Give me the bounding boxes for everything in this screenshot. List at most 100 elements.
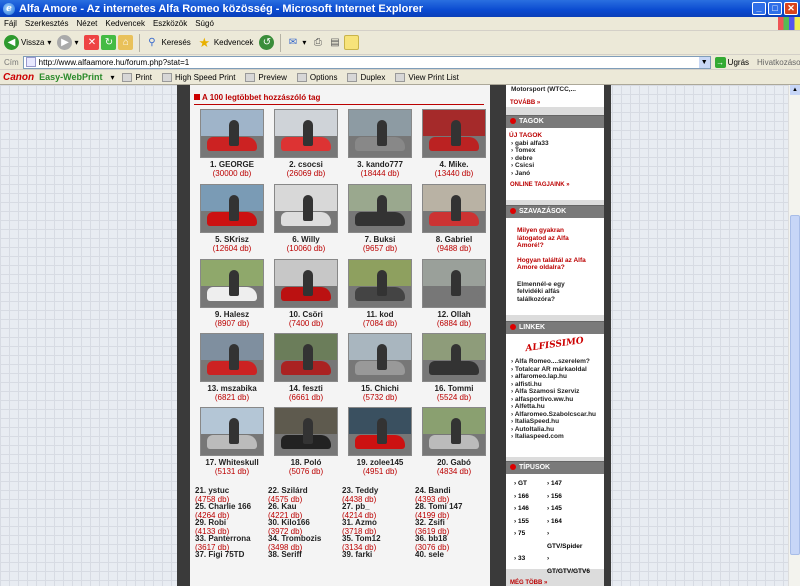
history-icon[interactable]: ↺ <box>259 35 275 50</box>
member-name[interactable]: 2. csocsi <box>269 160 343 169</box>
member-name[interactable]: 36. bb18 <box>415 534 447 543</box>
menu-help[interactable]: Súgó <box>191 19 218 28</box>
member-photo[interactable] <box>200 407 264 456</box>
member-name[interactable]: 25. Charlie 166 <box>195 502 251 511</box>
top-poster-card[interactable]: 2. csocsi (26069 db) <box>269 109 343 178</box>
member-name[interactable]: 32. Zsifi <box>415 518 445 527</box>
top-poster-card[interactable]: 18. Poló (5076 db) <box>269 407 343 476</box>
external-link[interactable]: › Italiaspeed.com <box>506 433 604 441</box>
edit-icon[interactable]: ▤ <box>327 35 342 50</box>
address-input[interactable]: http://www.alfaamore.hu/forum.php?stat=1… <box>22 55 711 69</box>
member-name[interactable]: 39. farki <box>342 550 372 559</box>
member-photo[interactable] <box>348 184 412 233</box>
search-button[interactable]: ⚲ Keresés <box>144 35 191 50</box>
member-name[interactable]: 21. ystuc <box>195 486 229 495</box>
member-photo[interactable] <box>274 184 338 233</box>
member-name[interactable]: 30. Kilo166 <box>268 518 310 527</box>
top-poster-card[interactable]: 6. Willy (10060 db) <box>269 184 343 253</box>
member-photo[interactable] <box>200 259 264 308</box>
member-name[interactable]: 20. Gabó <box>417 458 491 467</box>
news-link[interactable]: Motorsport (WTCC,... <box>506 86 604 94</box>
member-photo[interactable] <box>274 333 338 382</box>
member-name[interactable]: 7. Buksi <box>343 235 417 244</box>
menu-file[interactable]: Fájl <box>0 19 21 28</box>
minimize-button[interactable]: _ <box>752 2 766 15</box>
type-link[interactable]: › 156 <box>547 491 580 504</box>
top-poster-card[interactable]: 20. Gabó (4834 db) <box>417 407 491 476</box>
member-name[interactable]: 22. Szilárd <box>268 486 308 495</box>
top-poster-card[interactable]: 8. Gabriel (9488 db) <box>417 184 491 253</box>
member-link[interactable]: › debre <box>506 155 604 163</box>
member-photo[interactable] <box>200 184 264 233</box>
member-photo[interactable] <box>348 109 412 158</box>
member-photo[interactable] <box>274 109 338 158</box>
top-poster-card[interactable]: 10. Csöri (7400 db) <box>269 259 343 328</box>
member-link[interactable]: › Csicsi <box>506 162 604 170</box>
member-name[interactable]: 18. Poló <box>269 458 343 467</box>
notes-icon[interactable] <box>344 35 360 50</box>
member-name[interactable]: 6. Willy <box>269 235 343 244</box>
options-button[interactable]: Options <box>296 72 337 82</box>
member-link[interactable]: › gabi alfa33 <box>506 140 604 148</box>
top-poster-card[interactable]: 17. Whiteskull (5131 db) <box>195 407 269 476</box>
type-link[interactable]: › 75 <box>514 528 547 553</box>
member-name[interactable]: 34. Trombozis <box>268 534 321 543</box>
member-photo[interactable] <box>422 109 486 158</box>
member-name[interactable]: 28. Tomi 147 <box>415 502 462 511</box>
alfissimo-logo[interactable]: ALFISSIMO <box>524 336 585 358</box>
top-poster-card[interactable]: 3. kando777 (18444 db) <box>343 109 417 178</box>
member-name[interactable]: 26. Kau <box>268 502 296 511</box>
poll-link[interactable]: Elmennél-e egy felvidéki alfás találkozó… <box>506 281 604 304</box>
close-button[interactable]: ✕ <box>784 2 798 15</box>
member-photo[interactable] <box>348 259 412 308</box>
top-poster-card[interactable]: 13. mszabika (6821 db) <box>195 333 269 402</box>
poll-link[interactable]: Hogyan találtál az Alfa Amore oldalra? <box>506 257 604 272</box>
stop-icon[interactable]: ✕ <box>84 35 100 50</box>
poster-list-item[interactable]: 39. farki <box>342 550 372 559</box>
member-name[interactable]: 38. Seriff <box>268 550 302 559</box>
external-link[interactable]: › alfaromeo.lap.hu <box>506 373 604 381</box>
member-name[interactable]: 17. Whiteskull <box>195 458 269 467</box>
scroll-thumb[interactable] <box>790 215 800 555</box>
member-link[interactable]: › Janó <box>506 170 604 178</box>
vertical-scrollbar[interactable]: ▲ <box>788 85 800 586</box>
member-name[interactable]: 29. Robi <box>195 518 226 527</box>
go-button[interactable]: → Ugrás <box>714 56 749 68</box>
favorites-button[interactable]: ★ Kedvencek <box>197 35 253 50</box>
member-name[interactable]: 13. mszabika <box>195 384 269 393</box>
member-name[interactable]: 4. Mike. <box>417 160 491 169</box>
more-link[interactable]: TOVÁBB » <box>506 100 604 106</box>
member-name[interactable]: 12. Ollah <box>417 310 491 319</box>
external-link[interactable]: › alfasportivo.ww.hu <box>506 396 604 404</box>
member-photo[interactable] <box>274 407 338 456</box>
top-poster-card[interactable]: 15. Chichi (5732 db) <box>343 333 417 402</box>
mail-icon[interactable]: ✉ <box>285 35 300 50</box>
poster-list-item[interactable]: 40. sele <box>415 550 444 559</box>
top-poster-card[interactable]: 19. zolee145 (4951 db) <box>343 407 417 476</box>
online-members-link[interactable]: ONLINE TAGJAINK » <box>506 182 604 188</box>
external-link[interactable]: › Alfa Romeo....szerelem? <box>506 358 604 366</box>
member-name[interactable]: 33. Panterrona <box>195 534 251 543</box>
top-poster-card[interactable]: 11. kod (7084 db) <box>343 259 417 328</box>
type-link[interactable]: › 145 <box>547 503 580 516</box>
external-link[interactable]: › Alfetta.hu <box>506 403 604 411</box>
print-icon[interactable]: ⎙ <box>310 35 325 50</box>
links-label[interactable]: Hivatkozások <box>757 58 800 67</box>
scroll-up-icon[interactable]: ▲ <box>790 85 800 95</box>
member-photo[interactable] <box>348 333 412 382</box>
member-photo[interactable] <box>274 259 338 308</box>
type-link[interactable]: › 33 <box>514 553 547 578</box>
member-photo[interactable] <box>200 109 264 158</box>
member-name[interactable]: 23. Teddy <box>342 486 378 495</box>
type-link[interactable]: › GTV/Spider <box>547 528 582 553</box>
poster-list-item[interactable]: 37. Figi 75TD <box>195 550 244 559</box>
forward-button[interactable]: ▶ ▾ <box>57 35 78 50</box>
member-name[interactable]: 1. GEORGE <box>195 160 269 169</box>
type-link[interactable]: › 147 <box>547 478 580 491</box>
menu-tools[interactable]: Eszközök <box>149 19 191 28</box>
high-speed-print-button[interactable]: High Speed Print <box>161 72 235 82</box>
type-link[interactable]: › 166 <box>514 491 547 504</box>
type-link[interactable]: › 146 <box>514 503 547 516</box>
menu-edit[interactable]: Szerkesztés <box>21 19 73 28</box>
member-name[interactable]: 27. pb_ <box>342 502 370 511</box>
